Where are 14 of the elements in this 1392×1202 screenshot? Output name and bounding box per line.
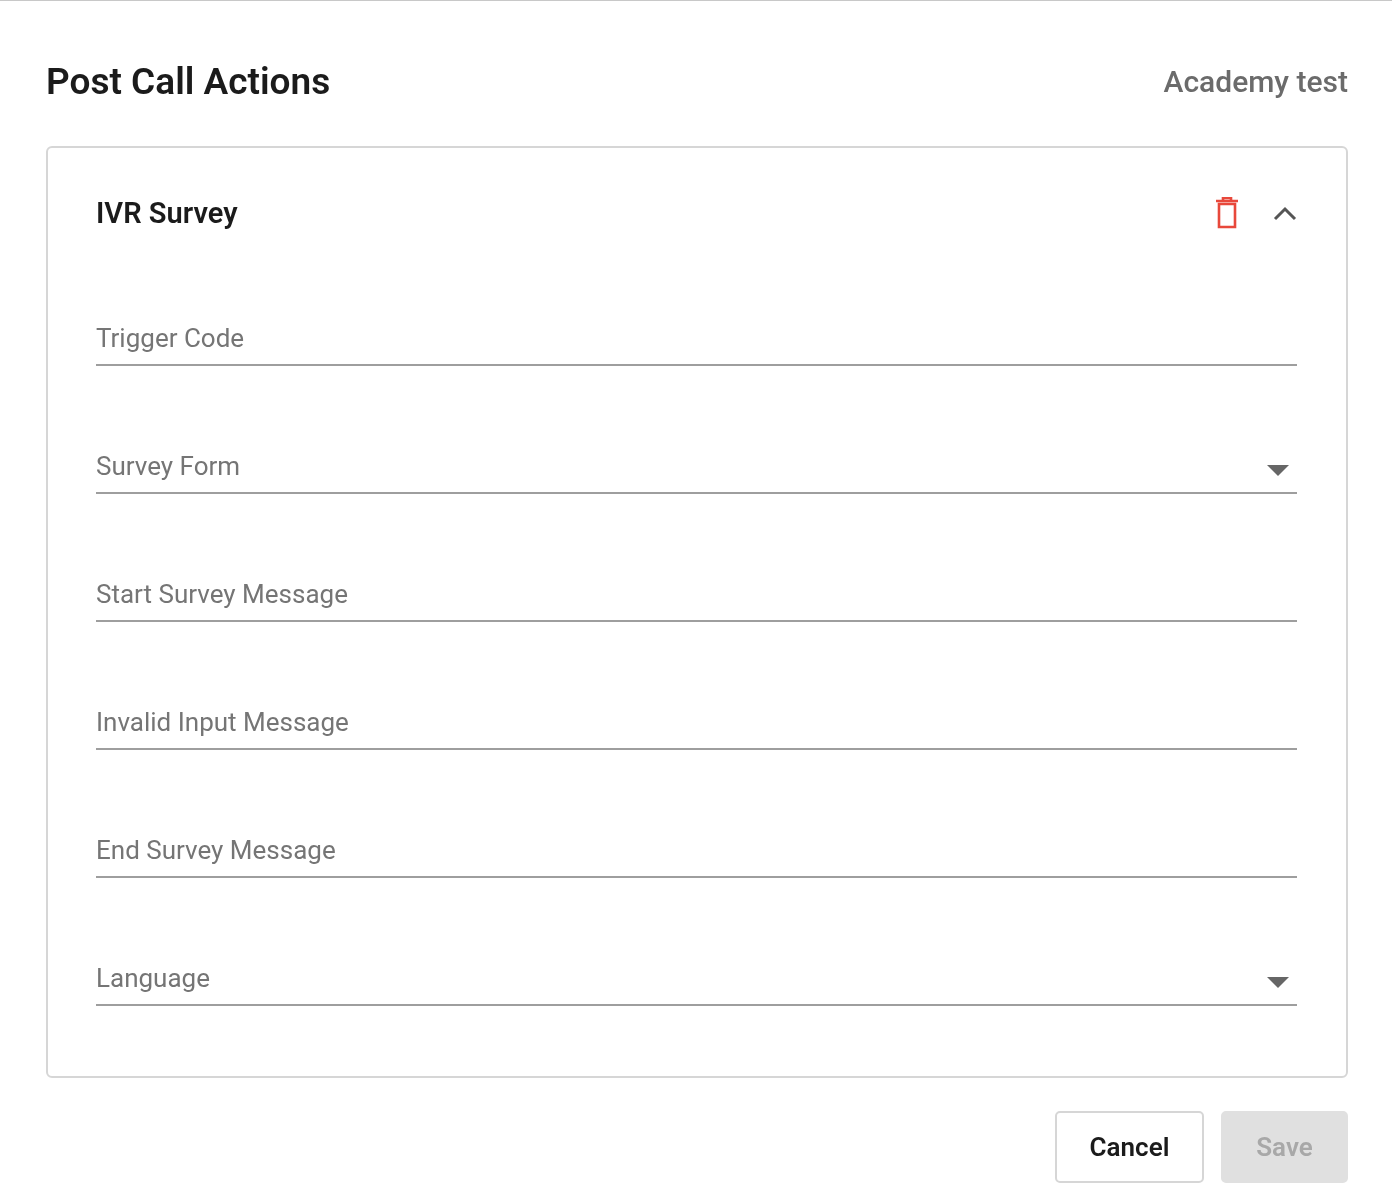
caret-icon: [1267, 977, 1289, 989]
input-field[interactable]: Start Survey Message: [96, 574, 1297, 622]
input-field[interactable]: Trigger Code: [96, 318, 1297, 366]
dialog-title: Post Call Actions: [46, 59, 331, 103]
account-name: Academy test: [1163, 63, 1348, 99]
input-field[interactable]: End Survey Message: [96, 830, 1297, 878]
input-field[interactable]: Invalid Input Message: [96, 702, 1297, 750]
dropdown-field[interactable]: Language: [96, 958, 1297, 1006]
caret-icon: [1267, 465, 1289, 477]
dropdown-field[interactable]: Survey Form: [96, 446, 1297, 494]
cancel-button[interactable]: Cancel: [1055, 1111, 1204, 1183]
section-title: IVR Survey: [96, 196, 239, 230]
delete-icon[interactable]: [1215, 197, 1239, 229]
chevron-icon[interactable]: [1273, 205, 1297, 221]
